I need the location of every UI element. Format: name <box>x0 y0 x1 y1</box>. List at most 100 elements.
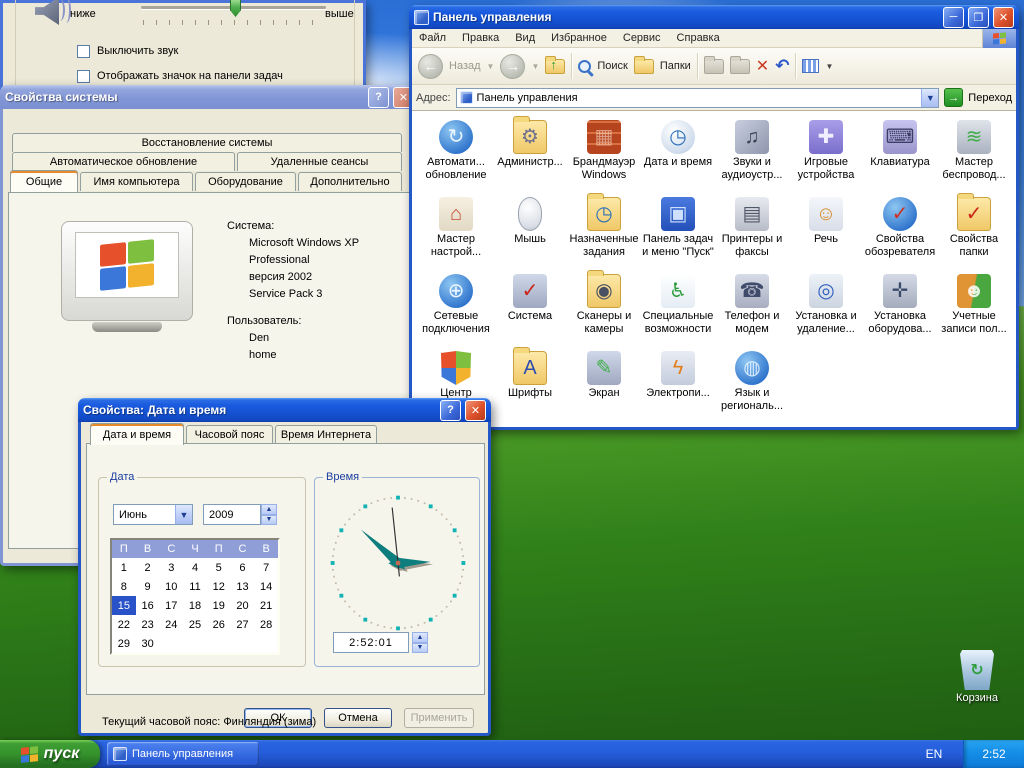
calendar-day[interactable]: 1 <box>112 558 136 577</box>
calendar-day[interactable]: 23 <box>136 615 160 634</box>
calendar-day[interactable]: 2 <box>136 558 160 577</box>
volume-slider-thumb[interactable] <box>230 0 241 17</box>
system-properties-titlebar[interactable]: Свойства системы ? ✕ <box>0 85 419 109</box>
tab-date-time[interactable]: Дата и время <box>90 423 184 445</box>
tab-internet-time[interactable]: Время Интернета <box>275 425 377 444</box>
cp-item-network-connections[interactable]: ⊕ Сетевые подключения <box>419 274 493 351</box>
year-spinner[interactable]: ▲ ▼ <box>261 504 277 525</box>
month-select[interactable]: Июнь ▼ <box>113 504 193 525</box>
tab-hardware[interactable]: Оборудование <box>195 172 296 191</box>
cp-item-speech[interactable]: ☺ Речь <box>789 197 863 274</box>
cp-item-internet-options[interactable]: ✓ Свойства обозревателя <box>863 197 937 274</box>
time-spinner[interactable]: ▲ ▼ <box>412 632 428 653</box>
calendar-day[interactable]: 8 <box>112 577 136 596</box>
calendar-day[interactable]: 18 <box>183 596 207 615</box>
tab-timezone[interactable]: Часовой пояс <box>186 425 273 444</box>
calendar-day[interactable]: 28 <box>254 615 278 634</box>
calendar-day[interactable]: 5 <box>207 558 231 577</box>
calendar-day[interactable]: 4 <box>183 558 207 577</box>
calendar-day[interactable]: 29 <box>112 634 136 653</box>
tab-computer-name[interactable]: Имя компьютера <box>80 172 193 191</box>
calendar-day[interactable]: 17 <box>159 596 183 615</box>
close-button[interactable]: ✕ <box>465 399 486 421</box>
cp-item-taskbar-startmenu[interactable]: ▣ Панель задач и меню "Пуск" <box>641 197 715 274</box>
cp-item-game-controllers[interactable]: ✚ Игровые устройства <box>789 120 863 197</box>
cp-item-power-options[interactable]: ϟ Электропи... <box>641 351 715 427</box>
calendar-day[interactable]: 30 <box>136 634 160 653</box>
menu-item[interactable]: Справка <box>677 32 720 44</box>
cp-item-sounds-audio[interactable]: ♫ Звуки и аудиоустр... <box>715 120 789 197</box>
calendar-day[interactable]: 11 <box>183 577 207 596</box>
back-chevron-icon[interactable]: ▼ <box>487 62 495 71</box>
language-indicator[interactable]: EN <box>912 740 956 768</box>
go-icon[interactable]: → <box>944 88 964 107</box>
tab-system-restore[interactable]: Восстановление системы <box>12 133 402 152</box>
tray-icon-checkbox[interactable] <box>77 70 90 83</box>
datetime-titlebar[interactable]: Свойства: Дата и время ? ✕ <box>78 398 491 422</box>
cp-item-add-remove-programs[interactable]: ◎ Установка и удаление... <box>789 274 863 351</box>
mute-checkbox[interactable] <box>77 45 90 58</box>
help-button[interactable]: ? <box>440 399 461 421</box>
time-input[interactable]: 2:52:01 <box>333 632 409 653</box>
menu-item[interactable]: Избранное <box>551 32 607 44</box>
views-icon[interactable] <box>802 59 820 73</box>
address-dropdown-icon[interactable]: ▼ <box>921 88 939 107</box>
calendar-day[interactable]: 7 <box>254 558 278 577</box>
calendar-day[interactable]: 19 <box>207 596 231 615</box>
calendar-day[interactable]: 27 <box>231 615 255 634</box>
calendar-day[interactable]: 26 <box>207 615 231 634</box>
delete-icon[interactable]: ✕ <box>756 56 769 76</box>
menu-item[interactable]: Сервис <box>623 32 661 44</box>
calendar-day[interactable]: 14 <box>254 577 278 596</box>
start-button[interactable]: пуск <box>0 740 100 768</box>
datetime-cancel-button[interactable]: Отмена <box>324 708 392 728</box>
cp-item-user-accounts[interactable]: ☻ Учетные записи пол... <box>937 274 1011 351</box>
forward-icon[interactable]: → <box>500 53 526 79</box>
folders-icon[interactable] <box>633 55 654 74</box>
calendar-day[interactable]: 24 <box>159 615 183 634</box>
taskbar-task-control-panel[interactable]: Панель управления <box>107 742 259 766</box>
cp-item-mouse[interactable]: Мышь <box>493 197 567 274</box>
close-button[interactable]: ✕ <box>993 6 1014 28</box>
tab-advanced[interactable]: Дополнительно <box>298 172 402 191</box>
tab-remote[interactable]: Удаленные сеансы <box>237 152 402 171</box>
calendar-day[interactable]: 9 <box>136 577 160 596</box>
calendar-day[interactable]: 20 <box>231 596 255 615</box>
tab-general[interactable]: Общие <box>10 170 78 192</box>
cp-item-accessibility[interactable]: ♿ Специальные возможности <box>641 274 715 351</box>
cp-item-fonts[interactable]: A Шрифты <box>493 347 567 427</box>
year-input[interactable]: 2009 <box>203 504 261 525</box>
calendar-day[interactable]: 3 <box>159 558 183 577</box>
calendar-day[interactable]: 10 <box>159 577 183 596</box>
cp-item-scanners-cameras[interactable]: ◉ Сканеры и камеры <box>567 270 641 351</box>
cp-item-system[interactable]: ✓ Система <box>493 274 567 351</box>
calendar-day[interactable]: 16 <box>136 596 160 615</box>
cp-item-administrative-tools[interactable]: ⚙ Администр... <box>493 116 567 197</box>
cp-item-scheduled-tasks[interactable]: ◷ Назначенные задания <box>567 193 641 274</box>
views-chevron-icon[interactable]: ▼ <box>825 62 833 71</box>
maximize-button[interactable]: ❐ <box>968 6 989 28</box>
calendar-day[interactable]: 22 <box>112 615 136 634</box>
forward-chevron-icon[interactable]: ▼ <box>531 62 539 71</box>
calendar-day[interactable]: 21 <box>254 596 278 615</box>
menu-item[interactable]: Вид <box>515 32 535 44</box>
calendar-day[interactable]: 25 <box>183 615 207 634</box>
menu-item[interactable]: Файл <box>419 32 446 44</box>
system-tray-clock[interactable]: 2:52 <box>963 740 1024 768</box>
tab-automatic-updates[interactable]: Автоматическое обновление <box>12 152 235 171</box>
menu-item[interactable]: Правка <box>462 32 499 44</box>
search-icon[interactable] <box>578 59 592 73</box>
cp-item-folder-options[interactable]: ✓ Свойства папки <box>937 193 1011 274</box>
help-button[interactable]: ? <box>368 86 389 108</box>
cp-item-keyboard[interactable]: ⌨ Клавиатура <box>863 120 937 197</box>
cp-item-printers-faxes[interactable]: ▤ Принтеры и факсы <box>715 197 789 274</box>
cp-item-add-hardware[interactable]: ✛ Установка оборудова... <box>863 274 937 351</box>
up-folder-icon[interactable]: ↑ <box>545 55 566 74</box>
cp-item-display[interactable]: ✎ Экран <box>567 351 641 427</box>
cp-item-regional-language[interactable]: ◍ Язык и региональ... <box>715 351 789 427</box>
address-input[interactable]: Панель управления ▼ <box>455 87 940 108</box>
calendar-day[interactable]: 6 <box>231 558 255 577</box>
calendar-day[interactable]: 13 <box>231 577 255 596</box>
recycle-bin[interactable]: ↻ Корзина <box>945 650 1009 704</box>
cp-item-automatic-updates[interactable]: ↻ Автомати... обновление <box>419 120 493 197</box>
